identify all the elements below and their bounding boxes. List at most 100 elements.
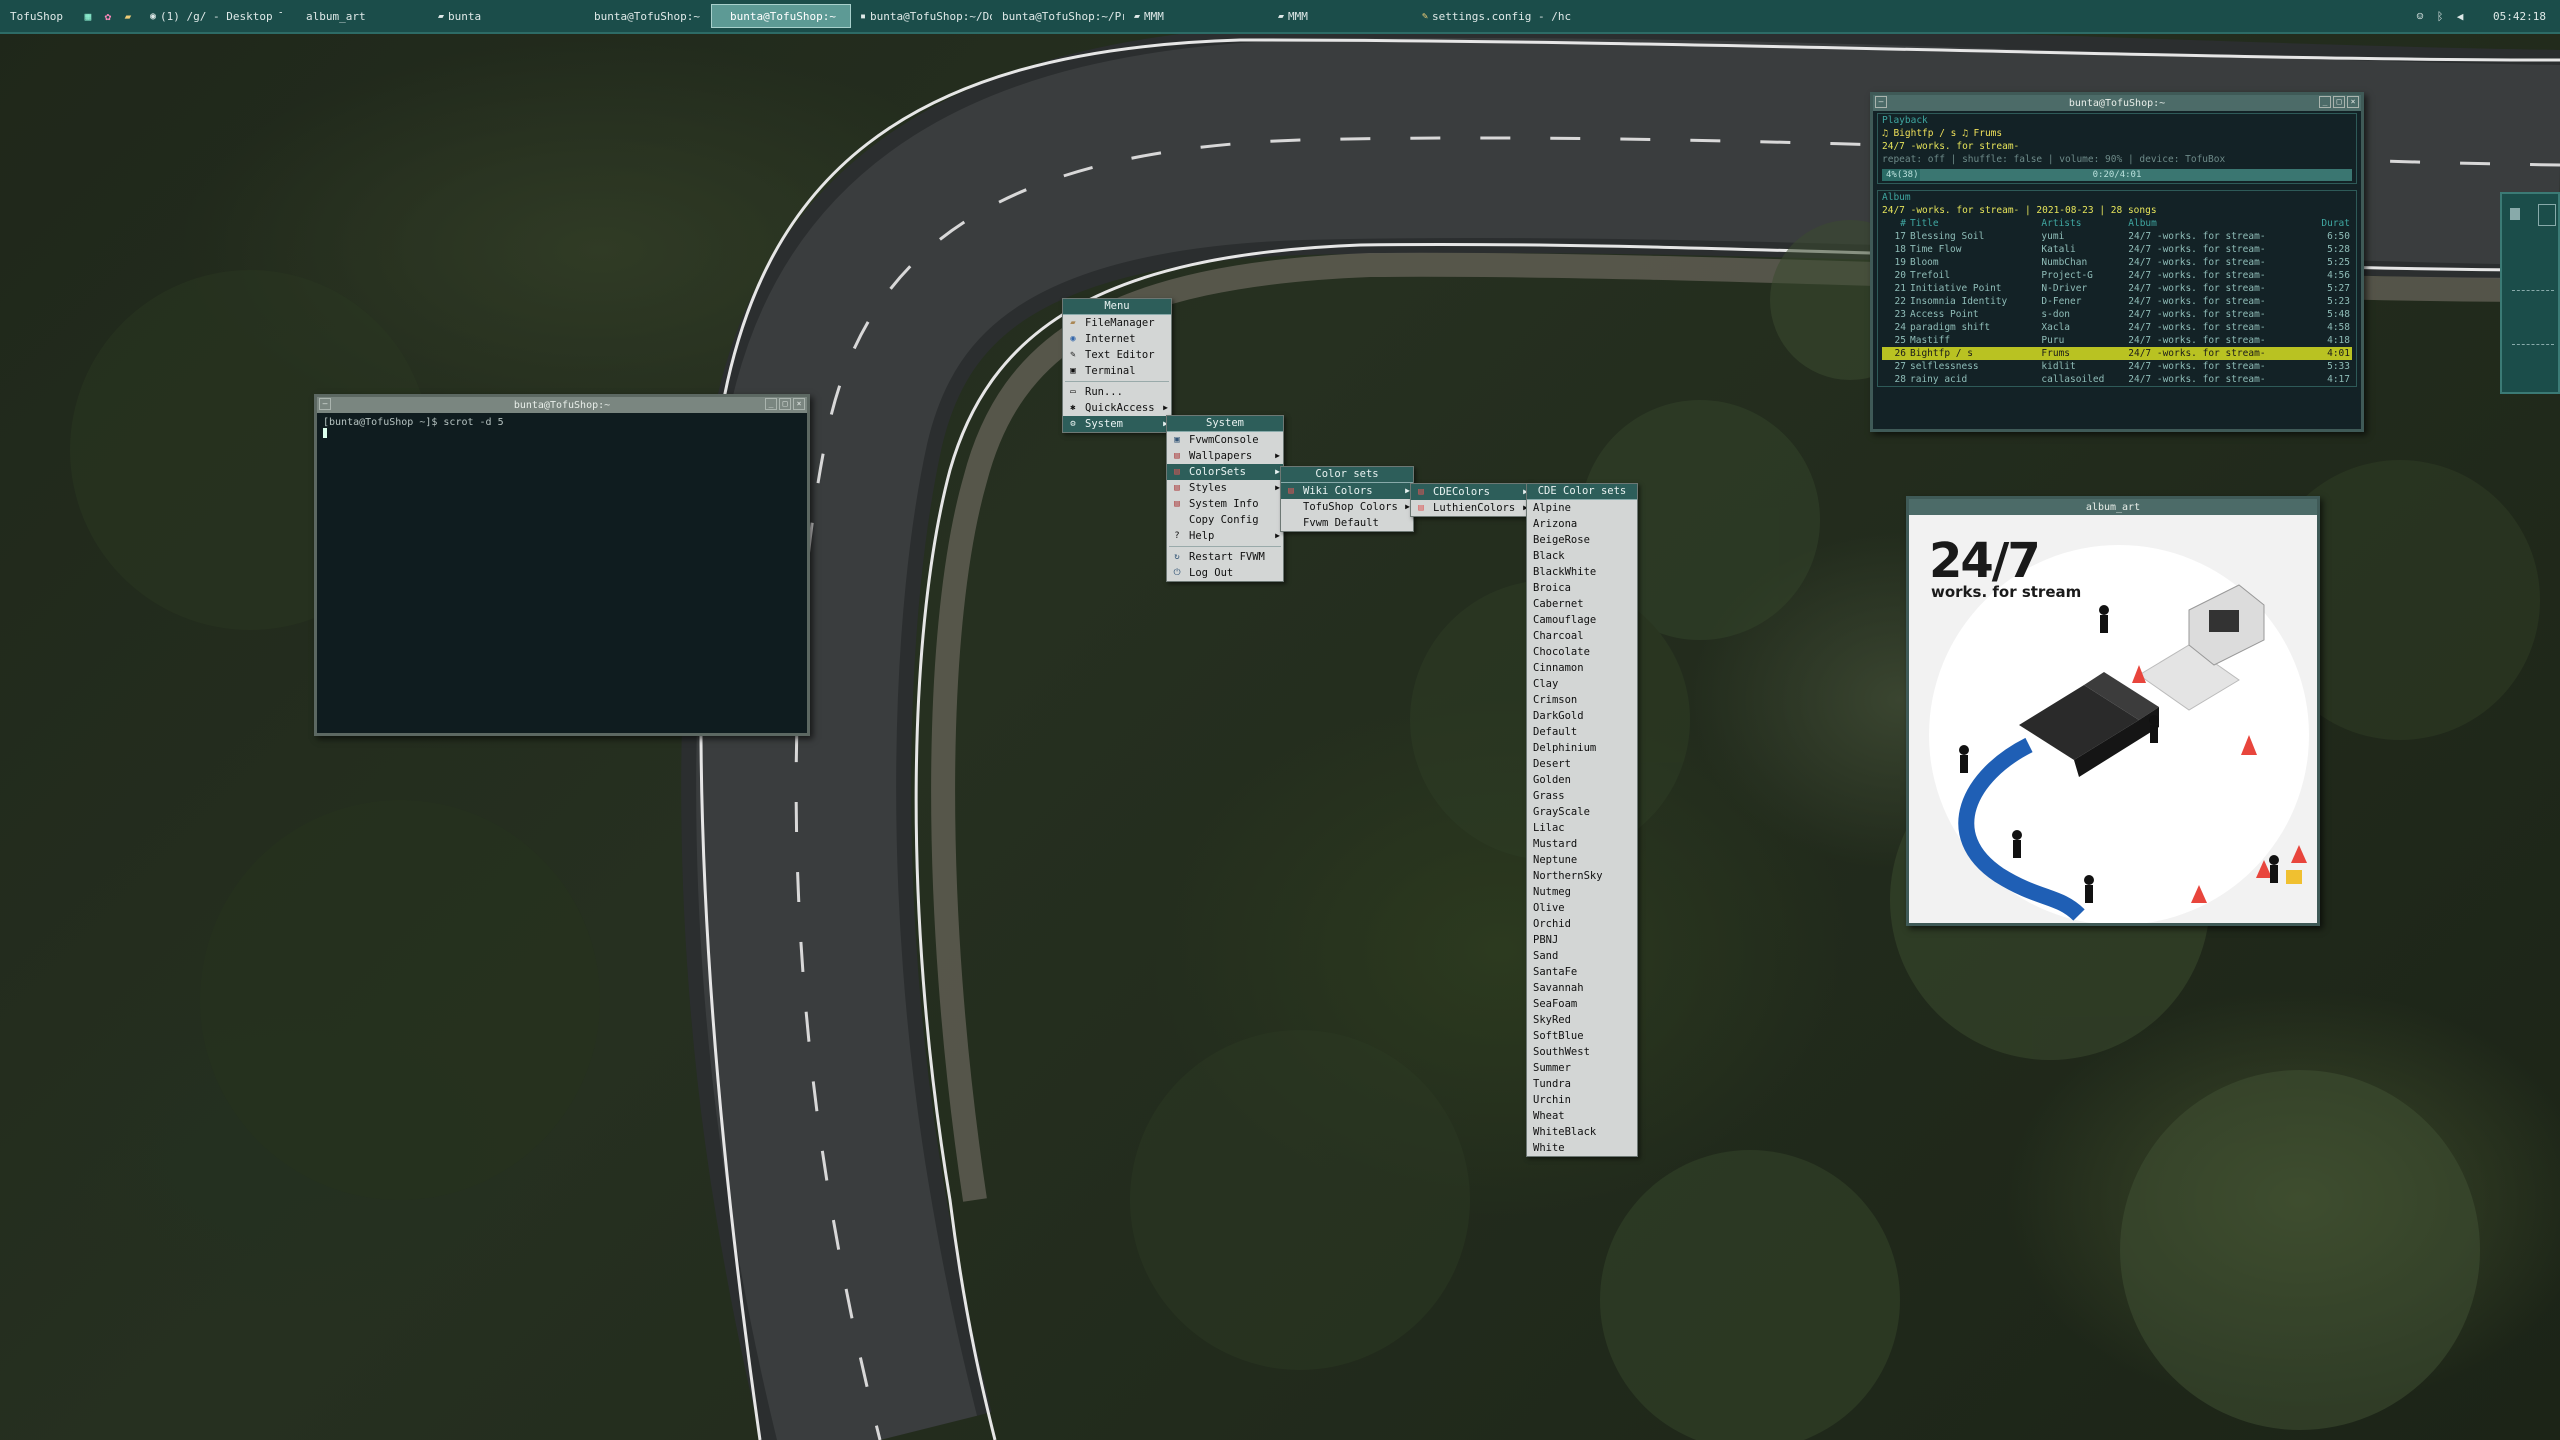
terminal-body[interactable]: [bunta@TofuShop ~]$ scrot -d 5 xyxy=(317,413,807,733)
minimize-button[interactable]: _ xyxy=(765,398,777,410)
menu-item-fvwm-default[interactable]: Fvwm Default xyxy=(1281,515,1413,531)
menu-item-cde-colorset[interactable]: WhiteBlack xyxy=(1527,1124,1637,1140)
menu-item-cde-colorset[interactable]: Delphinium xyxy=(1527,740,1637,756)
menu-item-cde-colorset[interactable]: Nutmeg xyxy=(1527,884,1637,900)
maximize-button[interactable]: □ xyxy=(779,398,791,410)
menu-item-system[interactable]: ⚙System▶ xyxy=(1063,416,1171,432)
menu-item-text-editor[interactable]: ✎ Text Editor xyxy=(1063,347,1171,363)
menu-item-cde-colorset[interactable]: BlackWhite xyxy=(1527,564,1637,580)
menu-item-cde-colorset[interactable]: GrayScale xyxy=(1527,804,1637,820)
gimp-icon[interactable]: ✿ xyxy=(101,9,115,23)
track-row[interactable]: 20 Trefoil Project-G 24/7 -works. for strea… xyxy=(1882,269,2352,282)
menu-item-cde-colorset[interactable]: Default xyxy=(1527,724,1637,740)
menu-item-cde-colorset[interactable]: SeaFoam xyxy=(1527,996,1637,1012)
column-number[interactable]: # xyxy=(1882,217,1908,230)
window-list-icon[interactable]: ▦ xyxy=(81,9,95,23)
task-editor[interactable]: ✎ settings.config - /hc xyxy=(1415,4,1575,28)
track-row[interactable]: 26 Bightfp / s Frums 24/7 -works. for strea… xyxy=(1882,347,2352,360)
track-row[interactable]: 18 Time Flow Katali 24/7 -works. for stream… xyxy=(1882,243,2352,256)
track-row[interactable]: 17 Blessing Soil yumi 24/7 -works. for stre… xyxy=(1882,230,2352,243)
menu-item-wallpapers[interactable]: ▤ Wallpapers ▶ xyxy=(1167,448,1283,464)
menu-item-run[interactable]: ▭ Run... xyxy=(1063,384,1171,400)
menu-item-filemanager[interactable]: ▰ FileManager xyxy=(1063,315,1171,331)
maximize-button[interactable]: □ xyxy=(2333,96,2345,108)
menu-item-cde-colorset[interactable]: SantaFe xyxy=(1527,964,1637,980)
menu-item-cde-colorset[interactable]: Grass xyxy=(1527,788,1637,804)
menu-item-cde-colorset[interactable]: SouthWest xyxy=(1527,1044,1637,1060)
menu-item-cde-colorset[interactable]: Black xyxy=(1527,548,1637,564)
menu-item-cde-colorset[interactable]: Desert xyxy=(1527,756,1637,772)
menu-item-fvwmconsole[interactable]: ▣ FvwmConsole xyxy=(1167,432,1283,448)
menu-item-cde-colorset[interactable]: Alpine xyxy=(1527,500,1637,516)
track-row[interactable]: 23 Access Point s-don 24/7 -works. for stre… xyxy=(1882,308,2352,321)
track-row[interactable]: 27 selflessness kidlit 24/7 -works. for str… xyxy=(1882,360,2352,373)
menu-item-cde-colorset[interactable]: White xyxy=(1527,1140,1637,1156)
menu-item-wiki-colors[interactable]: ▤ Wiki Colors ▶ xyxy=(1281,483,1413,499)
minimize-button[interactable]: _ xyxy=(2319,96,2331,108)
track-row[interactable]: 21 Initiative Point N-Driver 24/7 -works. f… xyxy=(1882,282,2352,295)
menu-item-system-info[interactable]: ▤ System Info xyxy=(1167,496,1283,512)
menu-item-styles[interactable]: ▤ Styles ▶ xyxy=(1167,480,1283,496)
menu-item-cde-colorset[interactable]: BeigeRose xyxy=(1527,532,1637,548)
menu-item-cde-colorset[interactable]: Charcoal xyxy=(1527,628,1637,644)
menu-item-cde-colorset[interactable]: Chocolate xyxy=(1527,644,1637,660)
menu-item-help[interactable]: ? Help ▶ xyxy=(1167,528,1283,544)
task-terminal-docs[interactable]: ▪bunta@TofuShop:~/Docu xyxy=(853,4,993,28)
menu-item-cde-colorset[interactable]: Olive xyxy=(1527,900,1637,916)
track-row[interactable]: 22 Insomnia Identity D-Fener 24/7 -works. f… xyxy=(1882,295,2352,308)
menu-item-cde-colorset[interactable]: NorthernSky xyxy=(1527,868,1637,884)
menu-item-cde-colorset[interactable]: Orchid xyxy=(1527,916,1637,932)
task-folder-mmm-2[interactable]: ▰ MMM xyxy=(1271,4,1413,28)
column-album[interactable]: Album xyxy=(2126,217,2309,230)
menu-item-cde-colorset[interactable]: Tundra xyxy=(1527,1076,1637,1092)
window-titlebar[interactable]: – bunta@TofuShop:~ _ □ × xyxy=(1873,95,2361,111)
task-album-art[interactable]: album_art xyxy=(285,4,425,28)
menu-item-cde-colorset[interactable]: Camouflage xyxy=(1527,612,1637,628)
menu-item-log-out[interactable]: ⏻ Log Out xyxy=(1167,565,1283,581)
menu-item-luthiencolors[interactable]: ▤LuthienColors▶ xyxy=(1411,500,1531,516)
window-titlebar[interactable]: – bunta@TofuShop:~ _ □ × xyxy=(317,397,807,413)
menu-item-cde-colorset[interactable]: Crimson xyxy=(1527,692,1637,708)
menu-item-cde-colorset[interactable]: SkyRed xyxy=(1527,1012,1637,1028)
close-button[interactable]: × xyxy=(793,398,805,410)
menu-item-restart-fvwm[interactable]: ↻ Restart FVWM xyxy=(1167,549,1283,565)
track-row[interactable]: 25 Mastiff Puru 24/7 -works. for stream- 4:1… xyxy=(1882,334,2352,347)
task-browser[interactable]: ◉(1) /g/ - Desktop Thr xyxy=(143,4,283,28)
column-title[interactable]: Title xyxy=(1908,217,2039,230)
menu-item-cde-colorset[interactable]: DarkGold xyxy=(1527,708,1637,724)
menu-item-cde-colorset[interactable]: Urchin xyxy=(1527,1092,1637,1108)
menu-item-terminal[interactable]: ▣ Terminal xyxy=(1063,363,1171,379)
menu-item-colorsets[interactable]: ▤ ColorSets ▶ xyxy=(1167,464,1283,480)
menu-item-cde-colorset[interactable]: Golden xyxy=(1527,772,1637,788)
pager-desk-1[interactable] xyxy=(2538,204,2556,226)
menu-item-cde-colorset[interactable]: Lilac xyxy=(1527,820,1637,836)
menu-item-cde-colorset[interactable]: Broica xyxy=(1527,580,1637,596)
column-artists[interactable]: Artists xyxy=(2039,217,2126,230)
menu-item-cde-colorset[interactable]: Summer xyxy=(1527,1060,1637,1076)
track-row[interactable]: 24 paradigm shift Xacla 24/7 -works. for st… xyxy=(1882,321,2352,334)
column-duration[interactable]: Durat xyxy=(2310,217,2352,230)
menu-item-cdecolors[interactable]: ▤CDEColors▶ xyxy=(1411,484,1531,500)
menu-item-copy-config[interactable]: Copy Config xyxy=(1167,512,1283,528)
bluetooth-icon[interactable]: ᛒ xyxy=(2433,9,2447,23)
menu-item-cde-colorset[interactable]: PBNJ xyxy=(1527,932,1637,948)
menu-item-cde-colorset[interactable]: Savannah xyxy=(1527,980,1637,996)
pager-window-mini[interactable] xyxy=(2510,208,2520,220)
menu-item-cde-colorset[interactable]: Cabernet xyxy=(1527,596,1637,612)
menu-item-cde-colorset[interactable]: Mustard xyxy=(1527,836,1637,852)
close-button[interactable]: × xyxy=(2347,96,2359,108)
progress-bar[interactable]: 4%(38) 0:20/4:01 xyxy=(1882,169,2352,181)
menu-item-cde-colorset[interactable]: Sand xyxy=(1527,948,1637,964)
track-row[interactable]: 19 Bloom NumbChan 24/7 -works. for stream- 5… xyxy=(1882,256,2352,269)
menu-item-cde-colorset[interactable]: Clay xyxy=(1527,676,1637,692)
volume-icon[interactable]: ◀ xyxy=(2453,9,2467,23)
menu-item-cde-colorset[interactable]: SoftBlue xyxy=(1527,1028,1637,1044)
task-terminal-1[interactable]: bunta@TofuShop:~ xyxy=(569,4,709,28)
menu-item-internet[interactable]: ◉ Internet xyxy=(1063,331,1171,347)
window-titlebar[interactable]: album_art xyxy=(1909,499,2317,515)
menu-item-quickaccess[interactable]: ✱ QuickAccess ▶ xyxy=(1063,400,1171,416)
task-terminal-2[interactable]: bunta@TofuShop:~ xyxy=(710,4,851,28)
menu-item-cde-colorset[interactable]: Wheat xyxy=(1527,1108,1637,1124)
start-button[interactable]: TofuShop xyxy=(0,0,73,32)
task-terminal-proj[interactable]: bunta@TofuShop:~/Proj xyxy=(995,4,1125,28)
